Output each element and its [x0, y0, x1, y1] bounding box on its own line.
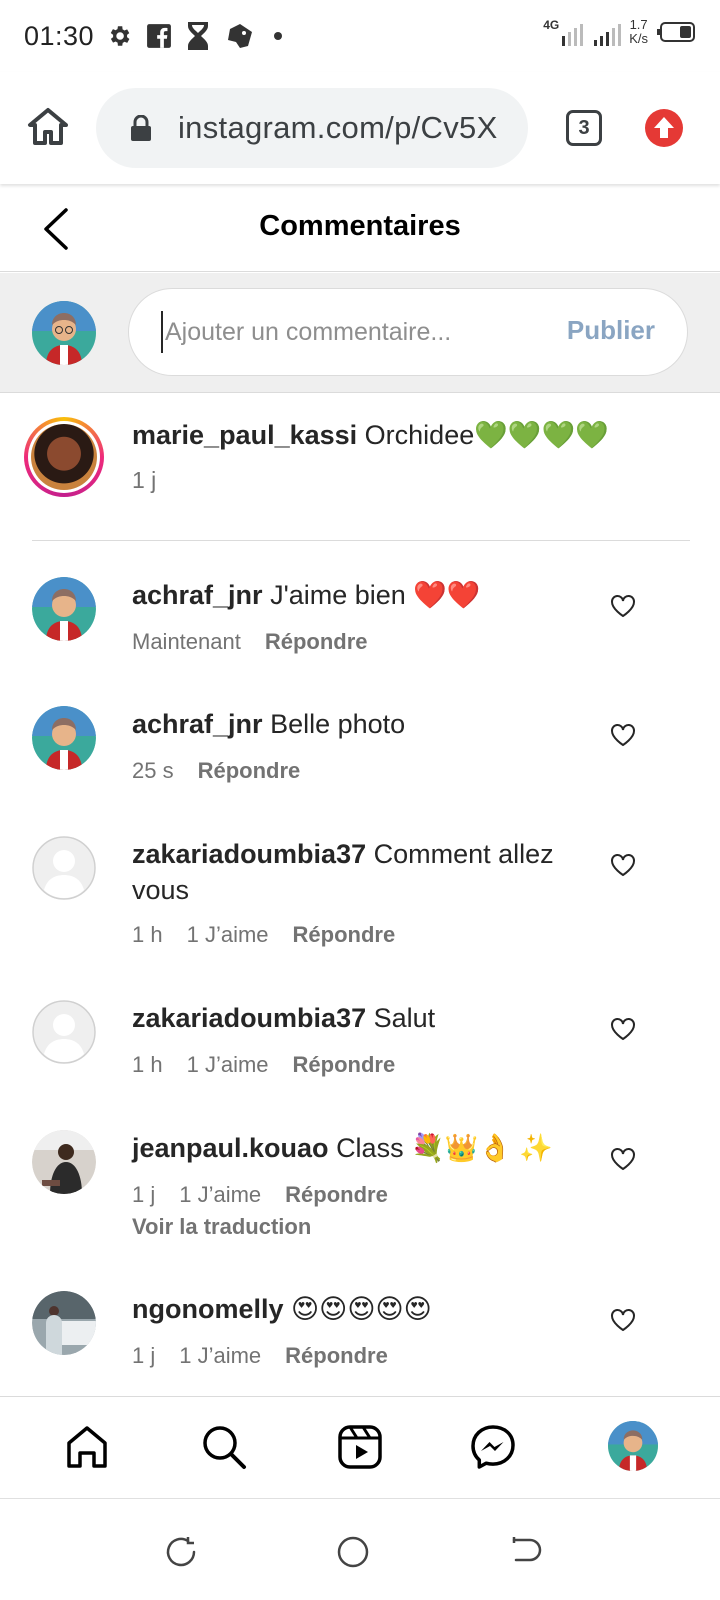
- comment-body: 😍😍😍😍😍: [291, 1294, 432, 1324]
- comment-username[interactable]: achraf_jnr: [132, 580, 263, 610]
- signal-icon: 4G: [543, 18, 622, 46]
- comment-meta: 1 h 1 J’aime Répondre: [132, 1052, 395, 1078]
- publish-button[interactable]: Publier: [567, 315, 655, 346]
- current-user-avatar: [32, 301, 96, 365]
- comment-time: 25 s: [132, 758, 174, 783]
- update-icon[interactable]: [645, 109, 683, 147]
- dot-icon: [274, 32, 283, 40]
- comment-meta: 1 j 1 J’aime Répondre: [132, 1182, 388, 1208]
- comment-likes[interactable]: 1 J’aime: [179, 1182, 261, 1208]
- default-avatar[interactable]: [32, 836, 96, 900]
- battery-icon: [657, 22, 695, 42]
- comment-body: Salut: [373, 1003, 436, 1033]
- default-avatar[interactable]: [32, 1000, 96, 1064]
- comment-time: 1 h: [132, 1052, 163, 1077]
- browser-toolbar: instagram.com/p/Cv5X 3: [0, 72, 720, 184]
- comment-composer: Publier: [0, 273, 720, 393]
- comment-likes[interactable]: 1 J’aime: [187, 922, 269, 948]
- reply-button[interactable]: Répondre: [265, 629, 368, 655]
- messenger-icon[interactable]: [469, 1423, 517, 1471]
- gear-icon: [110, 26, 130, 46]
- comment-body: Belle photo: [270, 709, 406, 739]
- facebook-icon: [147, 24, 171, 48]
- search-icon[interactable]: [200, 1423, 248, 1471]
- comment-text: achraf_jnr J'aime bien ❤️❤️: [132, 577, 562, 613]
- heart-icon[interactable]: [610, 723, 636, 747]
- comment-box: Publier: [128, 288, 688, 376]
- comment-time: Maintenant: [132, 629, 241, 654]
- status-time: 01:30: [24, 20, 95, 51]
- comment-username[interactable]: ngonomelly: [132, 1294, 284, 1324]
- status-bar: 01:30 4G 1.7 K/s: [0, 0, 720, 72]
- comment-meta: 25 s Répondre: [132, 758, 300, 784]
- address-bar[interactable]: instagram.com/p/Cv5X: [96, 88, 528, 168]
- home-circle-icon[interactable]: [336, 1535, 370, 1569]
- divider: [32, 540, 690, 541]
- system-navigation-bar: [0, 1498, 720, 1600]
- comment-input[interactable]: [161, 311, 531, 353]
- heart-icon[interactable]: [610, 1017, 636, 1041]
- game-icon: [228, 24, 253, 48]
- comment-username[interactable]: achraf_jnr: [132, 709, 263, 739]
- comment-time: 1 h: [132, 922, 163, 947]
- comment-time: 1 j: [132, 1343, 156, 1368]
- reels-icon[interactable]: [336, 1423, 384, 1471]
- comment-time: 1 j: [132, 1182, 156, 1207]
- caption-time: 1 j: [132, 467, 157, 493]
- reply-button[interactable]: Répondre: [198, 758, 301, 784]
- comment-text: zakariadoumbia37 Salut: [132, 1000, 562, 1036]
- caption-username[interactable]: marie_paul_kassi: [132, 420, 357, 450]
- see-translation-link[interactable]: Voir la traduction: [132, 1214, 311, 1240]
- comment-username[interactable]: zakariadoumbia37: [132, 1003, 366, 1033]
- commenter-avatar[interactable]: [32, 1291, 96, 1355]
- bottom-navigation: [0, 1396, 720, 1496]
- caption-body: Orchidee💚💚💚💚: [364, 420, 609, 450]
- home-icon[interactable]: [63, 1423, 111, 1471]
- reply-button[interactable]: Répondre: [293, 922, 396, 948]
- comment-body: J'aime bien ❤️❤️: [270, 580, 481, 610]
- commenter-avatar[interactable]: [32, 1130, 96, 1194]
- browser-home-icon[interactable]: [26, 105, 70, 149]
- hourglass-icon: [188, 22, 209, 50]
- comment-text: achraf_jnr Belle photo: [132, 706, 562, 742]
- page-title: Commentaires: [259, 210, 461, 242]
- tab-switcher-button[interactable]: 3: [566, 110, 602, 146]
- comment-likes[interactable]: 1 J’aime: [179, 1343, 261, 1369]
- post-caption: marie_paul_kassi Orchidee💚💚💚💚 1 j: [0, 393, 720, 541]
- comment-text: jeanpaul.kouao Class 💐👑👌 ✨: [132, 1130, 562, 1166]
- reply-button[interactable]: Répondre: [293, 1052, 396, 1078]
- caption-text: marie_paul_kassi Orchidee💚💚💚💚: [132, 419, 609, 451]
- comments-header: Commentaires: [0, 186, 720, 272]
- comment-username[interactable]: jeanpaul.kouao: [132, 1133, 329, 1163]
- caption-author-avatar[interactable]: [24, 417, 104, 497]
- network-type: 4G: [543, 18, 560, 32]
- reply-button[interactable]: Répondre: [285, 1343, 388, 1369]
- url-text: instagram.com/p/Cv5X: [178, 110, 498, 145]
- comment-meta: Maintenant Répondre: [132, 629, 368, 655]
- commenter-avatar[interactable]: [32, 577, 96, 641]
- heart-icon[interactable]: [610, 594, 636, 618]
- comment-body: Class 💐👑👌 ✨: [336, 1133, 554, 1163]
- comment-username[interactable]: zakariadoumbia37: [132, 839, 366, 869]
- comment-meta: 1 j 1 J’aime Répondre: [132, 1343, 388, 1369]
- network-speed: 1.7 K/s: [629, 17, 648, 46]
- heart-icon[interactable]: [610, 1147, 636, 1171]
- back-icon[interactable]: [508, 1535, 542, 1569]
- comment-likes[interactable]: 1 J’aime: [187, 1052, 269, 1078]
- heart-icon[interactable]: [610, 1308, 636, 1332]
- profile-avatar[interactable]: [608, 1421, 658, 1471]
- comment-text: zakariadoumbia37 Comment allez vous: [132, 836, 562, 908]
- recents-icon[interactable]: [164, 1535, 198, 1569]
- heart-icon[interactable]: [610, 853, 636, 877]
- commenter-avatar[interactable]: [32, 706, 96, 770]
- comment-text: ngonomelly 😍😍😍😍😍: [132, 1291, 562, 1327]
- reply-button[interactable]: Répondre: [285, 1182, 388, 1208]
- comment-meta: 1 h 1 J’aime Répondre: [132, 922, 395, 948]
- lock-icon: [131, 115, 151, 141]
